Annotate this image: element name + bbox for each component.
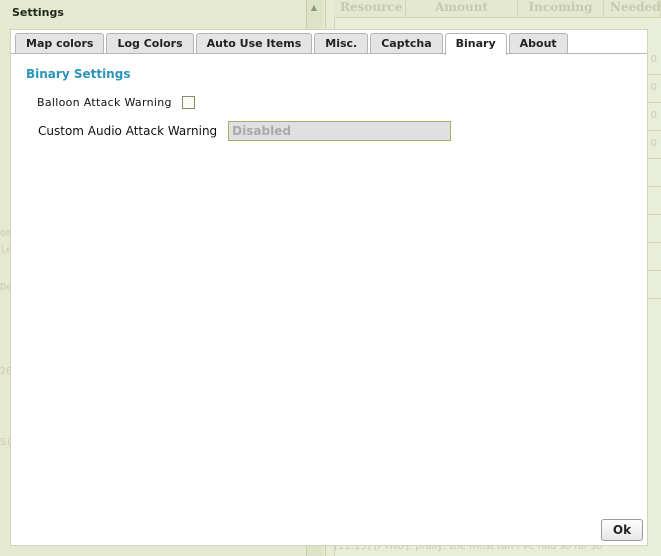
- resource-table-header: Resource Amount Incoming Needed: [334, 0, 661, 18]
- tab-map-colors[interactable]: Map colors: [15, 33, 105, 54]
- settings-window-title: Settings: [12, 6, 64, 19]
- audio-warning-row: Custom Audio Attack Warning: [38, 121, 452, 141]
- resource-column-header: Resource: [334, 0, 406, 17]
- scroll-up-arrow-icon: ▲: [310, 3, 318, 12]
- resource-value: 0: [650, 82, 657, 93]
- audio-warning-label: Custom Audio Attack Warning: [38, 124, 218, 138]
- tab-log-colors[interactable]: Log Colors: [106, 33, 194, 54]
- resource-value: 0: [650, 138, 657, 149]
- resource-value: 0: [650, 110, 657, 121]
- tab-bar-divider: [11, 53, 647, 54]
- balloon-warning-row: Balloon Attack Warning: [37, 96, 195, 109]
- settings-tab-bar: Map colors Log Colors Auto Use Items Mis…: [15, 32, 570, 55]
- ok-button[interactable]: Ok: [601, 519, 643, 541]
- tab-misc[interactable]: Misc.: [314, 33, 369, 54]
- audio-warning-input[interactable]: [228, 121, 452, 141]
- balloon-warning-checkbox[interactable]: [181, 96, 195, 109]
- balloon-warning-label: Balloon Attack Warning: [37, 96, 172, 109]
- resource-value: 0: [650, 54, 657, 65]
- tab-binary[interactable]: Binary: [444, 33, 507, 55]
- settings-dialog: Map colors Log Colors Auto Use Items Mis…: [10, 29, 648, 546]
- tab-captcha[interactable]: Captcha: [370, 33, 443, 54]
- tab-auto-use-items[interactable]: Auto Use Items: [195, 33, 313, 54]
- tab-about[interactable]: About: [508, 33, 568, 54]
- binary-settings-heading: Binary Settings: [26, 67, 131, 81]
- amount-column-header: Amount: [406, 0, 518, 17]
- incoming-column-header: Incoming: [518, 0, 604, 17]
- needed-column-header: Needed: [604, 0, 661, 17]
